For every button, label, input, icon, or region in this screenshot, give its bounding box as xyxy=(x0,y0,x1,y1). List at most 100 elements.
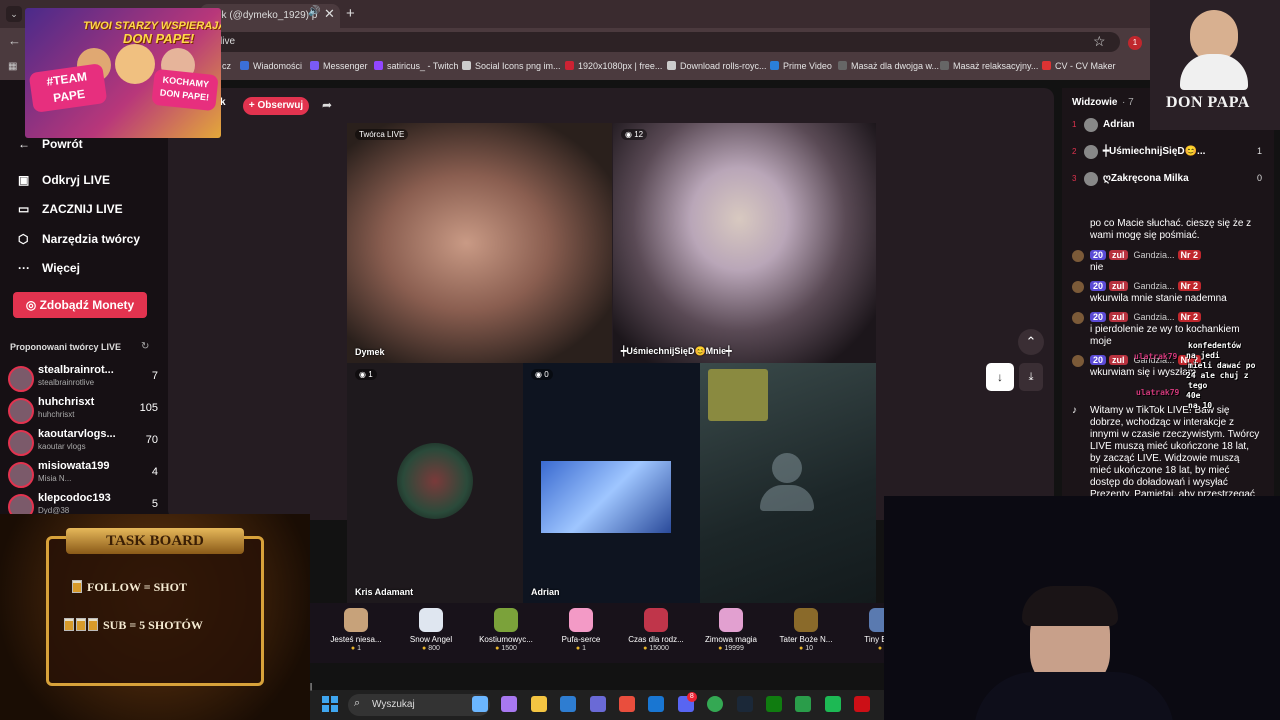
gift-item[interactable]: Snow Angel800 xyxy=(391,608,471,652)
weather-icon[interactable] xyxy=(472,696,488,712)
bookmark-item[interactable]: Prime Video xyxy=(770,61,832,71)
video-tile-guest-3[interactable]: ◉ 0 Adrian xyxy=(523,363,700,603)
bookmark-item[interactable]: CV - CV Maker xyxy=(1042,61,1116,71)
chat-user-name[interactable]: Gandzia... xyxy=(1134,281,1175,291)
back-arrow-icon[interactable]: ← xyxy=(8,33,21,48)
bookmark-item[interactable]: 1920x1080px | free... xyxy=(565,61,662,71)
windows-start-icon[interactable] xyxy=(322,696,338,712)
avatar xyxy=(8,462,34,488)
overlay-chat-text: 24 ale chuj z xyxy=(1186,371,1249,380)
nav-creator-tools[interactable]: ⬡ Narzędzia twórcy xyxy=(18,232,140,246)
steam-icon[interactable] xyxy=(737,696,753,712)
chat-user-name[interactable]: Gandzia... xyxy=(1134,312,1175,322)
tab-search-chevron-icon[interactable]: ⌄ xyxy=(6,6,22,22)
new-tab-icon[interactable]: + xyxy=(346,5,355,22)
video-tile-host[interactable]: Twórca LIVE Dymek xyxy=(347,123,612,363)
share-icon[interactable]: ➦ xyxy=(322,98,332,112)
apps-grid-icon[interactable]: ▦ xyxy=(8,61,17,72)
gift-item[interactable]: Tater Boże N...10 xyxy=(766,608,846,652)
opera-icon[interactable] xyxy=(854,696,870,712)
vpn-icon[interactable] xyxy=(619,696,635,712)
bookmark-favicon-icon xyxy=(310,61,319,70)
get-coins-button[interactable]: ◎ Zdobądź Monety xyxy=(13,292,147,318)
speaker-icon[interactable]: 🔊 xyxy=(308,6,320,17)
viewer-name: ღZakręcona Milka xyxy=(1103,173,1189,184)
more-icon: ··· xyxy=(18,261,30,275)
bookmark-item[interactable]: Messenger xyxy=(310,61,368,71)
spotify-icon[interactable] xyxy=(825,696,841,712)
creator-name: kaoutarvlogs... xyxy=(38,428,116,440)
overlay-username: ulatrak79 xyxy=(1134,352,1178,361)
viewer-row[interactable]: 2 ┿UśmiechnijSięD😊... 1 xyxy=(1068,144,1266,164)
collapse-button[interactable]: ⤓ xyxy=(1019,363,1043,391)
suggested-creator[interactable]: stealbrainrot... stealbrainrotlive 7 xyxy=(8,364,158,394)
overlay-chat-text: na 10 xyxy=(1188,401,1213,410)
file-explorer-icon[interactable] xyxy=(560,696,576,712)
scroll-down-button[interactable]: ↓ xyxy=(986,363,1014,391)
gift-item[interactable]: Czas dla rodz...15000 xyxy=(616,608,696,652)
bookmark-favicon-icon xyxy=(240,61,249,70)
gift-item[interactable]: Jesteś niesa...1 xyxy=(316,608,396,652)
bookmark-item[interactable]: Wiadomości xyxy=(240,61,302,71)
gift-item[interactable]: Kostiumowyc...1500 xyxy=(466,608,546,652)
creator-name: klepcodoc193 xyxy=(38,492,111,504)
bookmark-item[interactable]: Social Icons png im... xyxy=(462,61,561,71)
tile-name: Dymek xyxy=(355,347,385,357)
system-message: Witamy w TikTok LIVE! Baw się dobrze, wc… xyxy=(1090,405,1260,497)
rule-text: SUB = 5 SHOTÓW xyxy=(103,618,203,632)
cursor-text: | xyxy=(310,682,313,691)
bookmark-item[interactable]: Masaż dla dwojga w... xyxy=(838,61,939,71)
bookmark-item[interactable]: satiricus_ - Twitch xyxy=(374,61,458,71)
extension-badge[interactable]: 1 xyxy=(1128,36,1142,50)
app-l-icon[interactable] xyxy=(648,696,664,712)
coins-label: Zdobądź Monety xyxy=(39,298,135,312)
video-tile-guest-1[interactable]: ◉ 12 ┿UśmiechnijSięD😊Mnie┿ xyxy=(613,123,876,363)
chat-user-name[interactable]: Gandzia... xyxy=(1134,250,1175,260)
back-link[interactable]: ← Powrót xyxy=(18,137,83,151)
viewer-rank: 2 xyxy=(1072,147,1077,156)
bookmark-item[interactable]: Masaż relaksacyjny... xyxy=(940,61,1038,71)
placeholder-body-icon xyxy=(760,485,814,511)
overlay-chat-text: konfedentów xyxy=(1188,341,1241,350)
suggested-creator[interactable]: huhchrisxt huhchrisxt 105 xyxy=(8,396,158,426)
bookmark-item[interactable]: Download rolls-royc... xyxy=(667,61,767,71)
promo-banner: TWOI STARZY WSPIERAJĄ DON PAPE! #TEAM PA… xyxy=(25,8,221,138)
avatar xyxy=(1072,355,1084,367)
taskbar-search[interactable]: Wyszukaj xyxy=(348,694,490,716)
copilot-icon[interactable] xyxy=(531,696,547,712)
video-tile-guest-4[interactable] xyxy=(700,363,876,603)
avatar xyxy=(1084,145,1098,159)
nav-more[interactable]: ··· Więcej xyxy=(18,261,80,275)
shot-glass-icon xyxy=(88,618,98,631)
refresh-icon[interactable]: ↻ xyxy=(141,341,149,352)
viewer-row[interactable]: 3 ღZakręcona Milka 0 xyxy=(1068,171,1266,191)
tile-name: Kris Adamant xyxy=(355,587,414,597)
minecraft-icon[interactable] xyxy=(795,696,811,712)
gift-name: Czas dla rodz... xyxy=(628,635,684,644)
nav-start-live[interactable]: ▭ ZACZNIJ LIVE xyxy=(18,202,123,216)
store-icon[interactable] xyxy=(590,696,606,712)
suggested-creator[interactable]: misiowata199 Misia N... 4 xyxy=(8,460,158,490)
gift-item[interactable]: Pufa-serce1 xyxy=(541,608,621,652)
close-tab-icon[interactable]: ✕ xyxy=(324,6,335,22)
viewer-count-badge: ◉ 12 xyxy=(621,129,648,140)
gift-name: Pufa-serce xyxy=(561,635,601,644)
bookmark-star-icon[interactable]: ☆ xyxy=(1093,33,1106,50)
chrome-icon[interactable] xyxy=(707,696,723,712)
back-label: Powrót xyxy=(42,137,83,151)
video-tile-guest-2[interactable]: ◉ 1 Kris Adamant xyxy=(347,363,523,603)
scroll-up-button[interactable]: ⌃ xyxy=(1018,329,1044,355)
gift-item[interactable]: Zimowa magia19999 xyxy=(691,608,771,652)
face-image xyxy=(115,44,155,84)
chat-message: wkurwila mnie stanie nademna xyxy=(1090,293,1227,304)
gift-icon xyxy=(494,608,518,632)
back-arrow-icon: ← xyxy=(18,137,30,151)
xbox-icon[interactable] xyxy=(766,696,782,712)
bookmark-prefix[interactable]: cz xyxy=(222,61,231,71)
nav-discover-live[interactable]: ▣ Odkryj LIVE xyxy=(18,173,110,187)
suggested-creator[interactable]: kaoutarvlogs... kaoutar vlogs 70 xyxy=(8,428,158,458)
fan-badge: zul xyxy=(1109,250,1128,260)
task-view-icon[interactable] xyxy=(501,696,517,712)
creator-subtitle: stealbrainrotlive xyxy=(38,378,95,387)
follow-button[interactable]: + Obserwuj xyxy=(243,97,309,115)
